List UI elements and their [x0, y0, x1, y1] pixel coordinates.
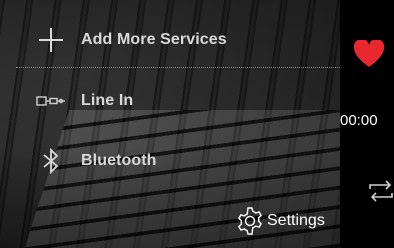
- menu-item-label: Bluetooth: [81, 152, 157, 169]
- settings-label: Settings: [267, 212, 325, 229]
- menu-item-label: Line In: [81, 92, 134, 109]
- menu-item-label: Add More Services: [81, 31, 227, 48]
- menu-item-line-in[interactable]: Line In: [0, 81, 340, 121]
- heart-icon[interactable]: [353, 38, 385, 68]
- menu-divider: [16, 67, 340, 68]
- bluetooth-icon: [36, 146, 66, 176]
- plus-icon: [36, 25, 66, 55]
- screen: Add More Services Line In Bluetooth Sett…: [0, 0, 394, 248]
- line-in-plug-icon: [36, 86, 66, 116]
- menu-item-add-more-services[interactable]: Add More Services: [0, 20, 340, 60]
- repeat-icon[interactable]: [366, 176, 394, 206]
- settings-button[interactable]: Settings: [234, 204, 325, 238]
- gear-icon: [234, 205, 266, 237]
- elapsed-time: 00:00: [340, 112, 378, 129]
- menu-item-bluetooth[interactable]: Bluetooth: [0, 141, 340, 181]
- now-playing-strip: 00:00: [340, 0, 394, 248]
- source-menu-panel: Add More Services Line In Bluetooth Sett…: [0, 0, 340, 248]
